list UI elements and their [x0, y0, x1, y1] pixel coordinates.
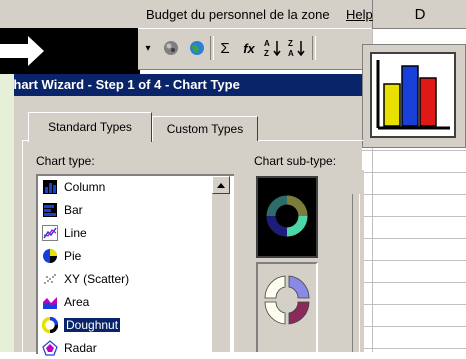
scatter-chart-icon	[42, 271, 58, 287]
grid-line	[362, 216, 466, 217]
grid-line	[362, 238, 466, 239]
svg-text:Z: Z	[288, 39, 293, 48]
grid-line	[362, 348, 466, 349]
grid-line	[362, 304, 466, 305]
radar-chart-icon	[42, 340, 58, 356]
area-chart-icon	[42, 294, 58, 310]
tab-standard-types[interactable]: Standard Types	[28, 112, 152, 142]
list-item-column[interactable]: Column	[42, 176, 212, 198]
chart-subtype-label: Chart sub-type:	[254, 154, 337, 168]
autosum-button[interactable]: Σ	[214, 36, 236, 60]
map-icon[interactable]	[160, 36, 182, 60]
bar-chart-icon	[42, 202, 58, 218]
sort-descending-icon[interactable]: ZA	[286, 36, 308, 60]
grid-line	[362, 150, 466, 151]
list-item-label: Doughnut	[64, 318, 121, 332]
chart-type-label: Chart type:	[36, 154, 95, 168]
list-item-area[interactable]: Area	[42, 291, 212, 313]
column-header-d[interactable]: D	[372, 0, 466, 29]
toolbar-dropdown-arrow-icon[interactable]: ▾	[141, 36, 155, 60]
list-item-label: Radar	[64, 341, 97, 355]
menu-item-help[interactable]: Help	[346, 7, 373, 22]
arrow-right-icon	[0, 44, 28, 58]
list-item-label: Column	[64, 180, 106, 194]
pie-chart-icon	[42, 248, 58, 264]
menu-item-budget[interactable]: Budget du personnel de la zone	[146, 7, 330, 22]
grid-line	[362, 260, 466, 261]
list-item-radar[interactable]: Radar	[42, 337, 212, 359]
list-item-xy-scatter[interactable]: XY (Scatter)	[42, 268, 212, 290]
list-item-label: Line	[64, 226, 87, 240]
svg-text:Z: Z	[264, 49, 269, 58]
chart-wizard-icon	[370, 52, 456, 138]
globe-icon[interactable]	[186, 36, 208, 60]
list-item-line[interactable]: Line	[42, 222, 212, 244]
doughnut-chart-icon	[41, 316, 59, 334]
svg-text:A: A	[264, 39, 270, 48]
list-item-doughnut[interactable]: Doughnut	[41, 314, 212, 336]
list-item-bar[interactable]: Bar	[42, 199, 212, 221]
grid-line	[362, 326, 466, 327]
arrow-right-icon-head	[28, 36, 44, 66]
tab-custom-types[interactable]: Custom Types	[152, 116, 258, 141]
sort-ascending-icon[interactable]: AZ	[262, 36, 284, 60]
list-item-label: Pie	[64, 249, 82, 263]
subtype-scroll-rail	[352, 194, 360, 352]
function-button[interactable]: fx	[238, 36, 260, 60]
list-item-pie[interactable]: Pie	[42, 245, 212, 267]
scrollbar[interactable]	[212, 176, 230, 352]
grid-line	[362, 282, 466, 283]
list-item-label: XY (Scatter)	[64, 272, 130, 286]
window-title-fragment	[0, 0, 138, 29]
subtype-doughnut-selected[interactable]	[256, 176, 318, 258]
dialog-title: Chart Wizard - Step 1 of 4 - Chart Type	[4, 77, 240, 92]
scroll-up-button[interactable]	[212, 176, 230, 194]
line-chart-icon	[42, 225, 58, 241]
grid-line	[362, 172, 466, 173]
list-item-label: Bar	[64, 203, 83, 217]
sheet-strip	[0, 74, 14, 352]
grid-line	[362, 194, 466, 195]
list-item-label: Area	[64, 295, 90, 309]
toolbar-separator	[312, 36, 316, 60]
column-chart-icon	[42, 179, 58, 195]
svg-text:A: A	[288, 49, 294, 58]
subtype-exploded-doughnut[interactable]	[256, 262, 318, 352]
